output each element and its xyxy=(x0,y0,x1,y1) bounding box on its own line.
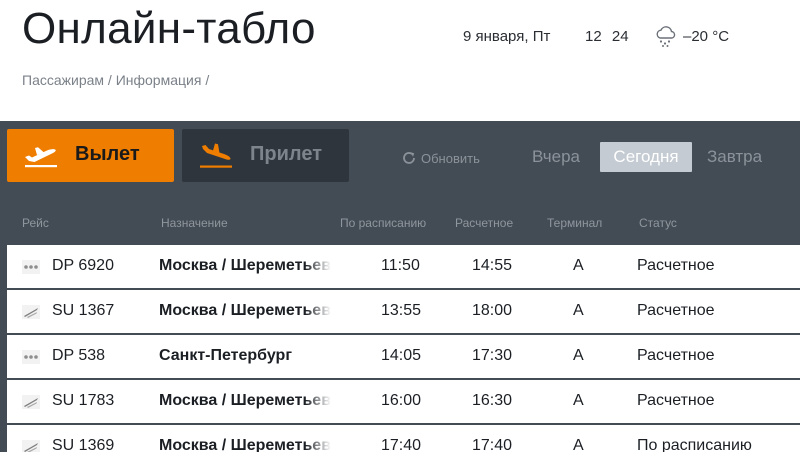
arrivals-label: Прилет xyxy=(250,143,322,165)
scheduled-time: 16:00 xyxy=(381,392,422,409)
flight-number: DP 538 xyxy=(52,347,106,364)
arrivals-button[interactable]: Прилет xyxy=(182,129,349,182)
tab-yesterday[interactable]: Вчера xyxy=(532,142,580,172)
column-header-terminal: Терминал xyxy=(547,216,603,230)
landing-plane-icon xyxy=(200,143,232,168)
page-header: Онлайн-табло 9 января, Пт 12 24 –20 °C П… xyxy=(0,0,800,120)
estimated-time: 14:55 xyxy=(472,257,513,274)
destination: Москва / Шереметьево xyxy=(159,437,331,452)
flight-board: Вылет Прилет Обновить Вчера Сегодня Завт… xyxy=(0,121,800,452)
current-time: 12 24 xyxy=(585,28,629,45)
flight-status: Расчетное xyxy=(637,257,715,274)
terminal: A xyxy=(573,392,584,409)
table-row[interactable]: DP 538 Санкт-Петербург 14:05 17:30 A Расчетно… xyxy=(7,335,800,379)
table-header: Рейс Назначение По расписанию Расчетное … xyxy=(0,216,800,232)
tab-tomorrow[interactable]: Завтра xyxy=(707,142,762,172)
column-header-destination: Назначение xyxy=(161,216,228,230)
scheduled-time: 17:40 xyxy=(381,437,422,452)
refresh-icon xyxy=(403,152,415,164)
estimated-time: 17:40 xyxy=(472,437,513,452)
table-row[interactable]: SU 1783 Москва / Шереметьево 16:00 16:30 A Ра… xyxy=(7,380,800,424)
destination: Москва / Шереметьево xyxy=(159,392,331,409)
page-title: Онлайн-табло xyxy=(22,4,316,53)
estimated-time: 16:30 xyxy=(472,392,513,409)
scheduled-time: 13:55 xyxy=(381,302,422,319)
terminal: A xyxy=(573,257,584,274)
column-header-scheduled: По расписанию xyxy=(340,216,427,230)
breadcrumb-separator: / xyxy=(205,72,210,88)
snow-cloud-icon xyxy=(656,26,676,47)
estimated-time: 18:00 xyxy=(472,302,513,319)
refresh-button[interactable]: Обновить xyxy=(401,150,480,166)
breadcrumb: Пассажирам / Информация / xyxy=(22,72,209,88)
breadcrumb-link-info[interactable]: Информация xyxy=(116,72,202,88)
flight-list: DP 6920 Москва / Шереметьево 11:50 14:55 A Ра… xyxy=(7,245,800,452)
departures-label: Вылет xyxy=(75,143,140,165)
takeoff-plane-icon xyxy=(25,147,57,168)
column-header-status: Статус xyxy=(639,216,677,230)
flight-number: SU 1783 xyxy=(52,392,115,409)
airline-logo-dp-icon xyxy=(22,350,40,364)
scheduled-time: 11:50 xyxy=(381,257,420,274)
breadcrumb-link-passengers[interactable]: Пассажирам xyxy=(22,72,104,88)
table-row[interactable]: SU 1367 Москва / Шереметьево 13:55 18:00 A Ра… xyxy=(7,290,800,334)
airline-logo-su-icon xyxy=(22,305,40,319)
flight-number: SU 1367 xyxy=(52,302,115,319)
airline-logo-su-icon xyxy=(22,440,40,452)
airline-logo-dp-icon xyxy=(22,260,40,274)
temperature: –20 °C xyxy=(683,28,730,45)
terminal: A xyxy=(573,347,584,364)
refresh-label: Обновить xyxy=(421,150,480,166)
flight-number: DP 6920 xyxy=(52,257,114,274)
departures-button[interactable]: Вылет xyxy=(7,129,174,182)
tab-today[interactable]: Сегодня xyxy=(600,142,692,172)
current-date: 9 января, Пт xyxy=(463,28,551,45)
flight-status: По расписанию xyxy=(637,437,752,452)
column-header-estimated: Расчетное xyxy=(455,216,514,230)
destination: Москва / Шереметьево xyxy=(159,302,331,319)
destination: Санкт-Петербург xyxy=(159,347,292,364)
flight-number: SU 1369 xyxy=(52,437,115,452)
airline-logo-su-icon xyxy=(22,395,40,409)
terminal: A xyxy=(573,302,584,319)
destination: Москва / Шереметьево xyxy=(159,257,331,274)
flight-status: Расчетное xyxy=(637,347,715,364)
table-row[interactable]: DP 6920 Москва / Шереметьево 11:50 14:55 A Ра… xyxy=(7,245,800,289)
scheduled-time: 14:05 xyxy=(381,347,422,364)
table-row[interactable]: SU 1369 Москва / Шереметьево 17:40 17:40 A По… xyxy=(7,425,800,452)
flight-status: Расчетное xyxy=(637,302,715,319)
breadcrumb-separator: / xyxy=(107,72,112,88)
flight-status: Расчетное xyxy=(637,392,715,409)
column-header-flight: Рейс xyxy=(22,216,49,230)
estimated-time: 17:30 xyxy=(472,347,513,364)
terminal: A xyxy=(573,437,584,452)
